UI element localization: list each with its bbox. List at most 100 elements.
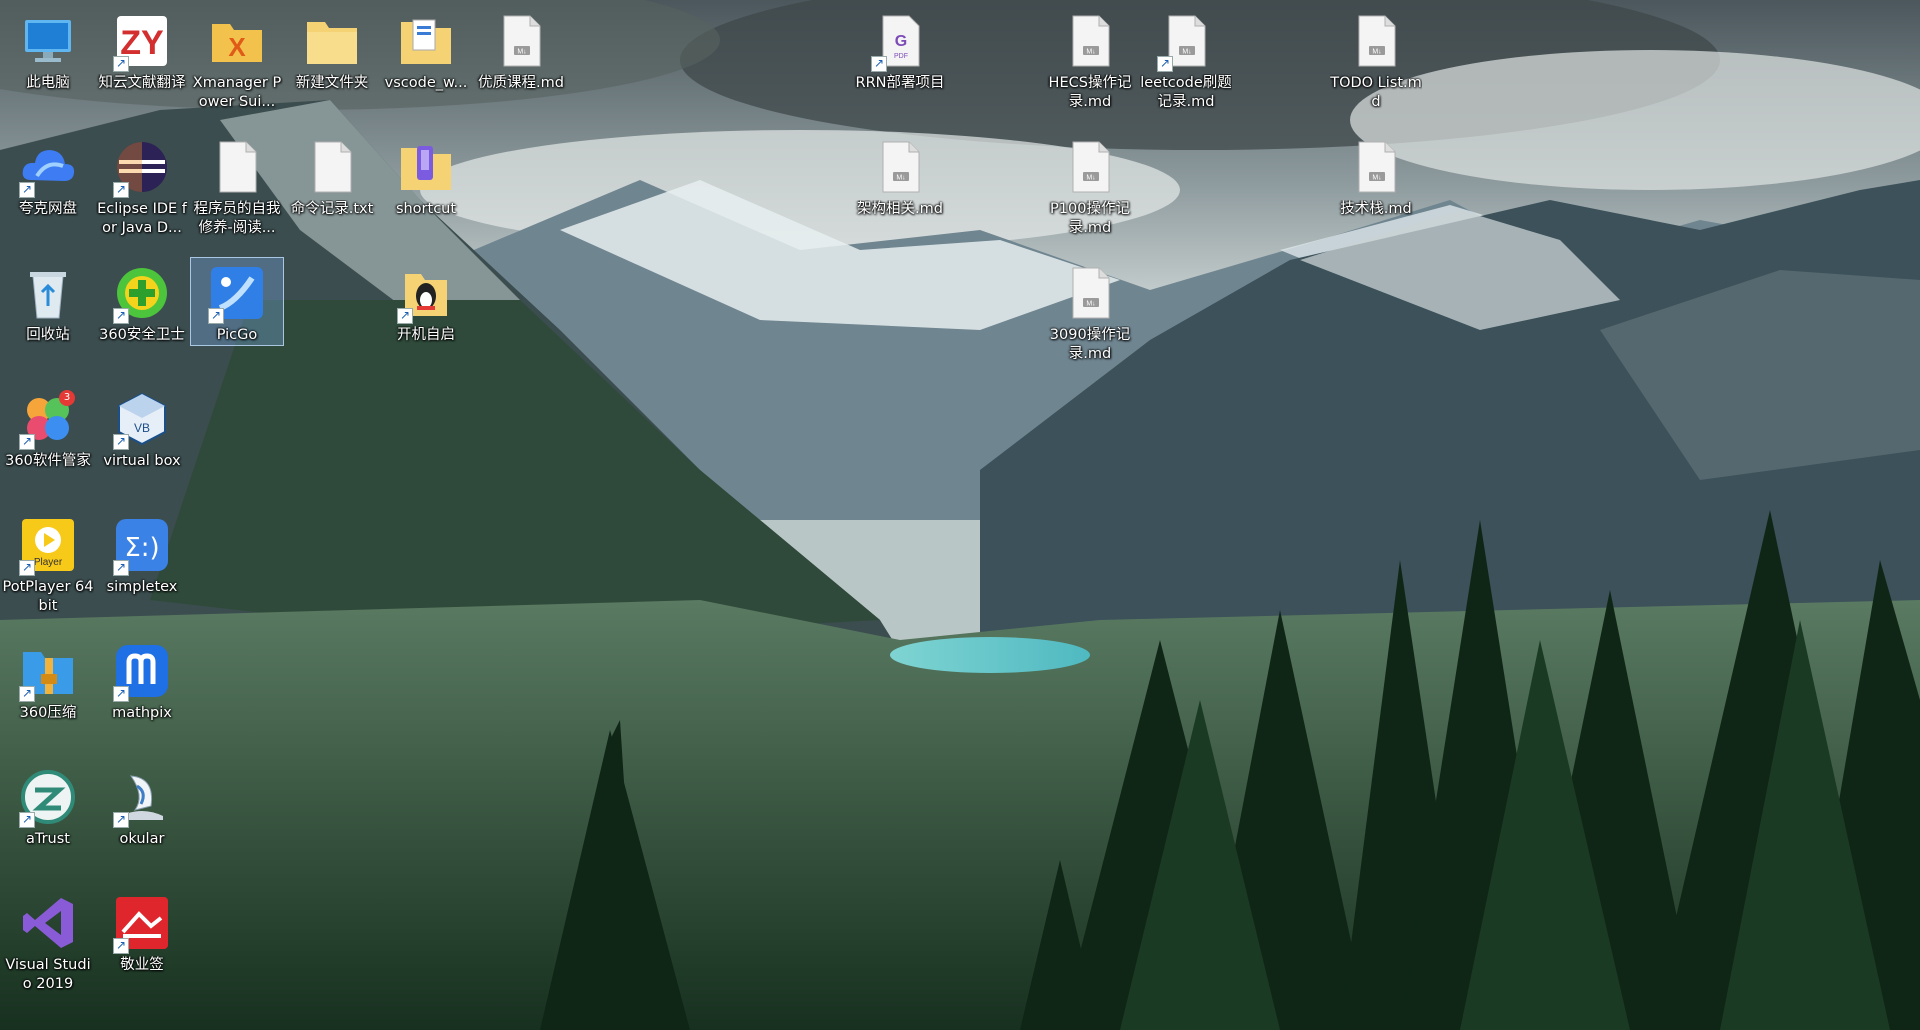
simpletex-icon: Σ:) ↗ [111,514,173,576]
desktop-icon-todo-list[interactable]: M↓ TODO List.md [1330,6,1422,112]
shortcut-arrow-icon: ↗ [19,434,35,450]
markdown-file-icon: M↓ [1059,262,1121,324]
desktop-icon-360-guard[interactable]: ↗ 360安全卫士 [96,258,188,345]
icon-label: Visual Studio 2019 [5,957,91,992]
icon-label: 夸克网盘 [19,201,77,217]
svg-text:M↓: M↓ [517,49,526,56]
desktop-icon-360-software-manager[interactable]: 3 ↗ 360软件管家 [2,384,94,471]
desktop-icon-mathpix[interactable]: ↗ mathpix [96,636,188,723]
360-zip-icon: ↗ [17,640,79,702]
svg-text:G: G [895,33,907,50]
desktop-icon-simpletex[interactable]: Σ:) ↗ simpletex [96,510,188,597]
desktop-icon-command-log[interactable]: 命令记录.txt [286,132,378,219]
desktop-icon-3090-log[interactable]: M↓ 3090操作记录.md [1044,258,1136,364]
zy-app-icon: ZY ↗ [111,10,173,72]
desktop-icon-visual-studio[interactable]: Visual Studio 2019 [2,888,94,994]
svg-text:M↓: M↓ [1086,49,1095,56]
desktop-icon-eclipse[interactable]: ↗ Eclipse IDE for Java D... [96,132,188,238]
shortcut-arrow-icon: ↗ [113,812,129,828]
icon-label: okular [119,831,165,847]
visual-studio-icon [17,892,79,954]
desktop-icon-rrn-deploy[interactable]: G PDF ↗ RRN部署项目 [854,6,946,93]
qq-folder-icon: ↗ [395,262,457,324]
icon-label: PicGo [216,327,258,343]
icon-label: HECS操作记录.md [1048,75,1132,110]
desktop-icon-hecs-log[interactable]: M↓ HECS操作记录.md [1044,6,1136,112]
shortcut-arrow-icon: ↗ [113,308,129,324]
icon-label: 命令记录.txt [290,201,374,217]
potplayer-icon: Player ↗ [17,514,79,576]
desktop-icon-programmer-book[interactable]: 程序员的自我修养-阅读... [191,132,283,238]
shortcut-arrow-icon: ↗ [113,182,129,198]
desktop-icon-quark-drive[interactable]: ↗ 夸克网盘 [2,132,94,219]
360-guard-icon: ↗ [111,262,173,324]
icon-label: 此电脑 [26,75,70,91]
shortcut-arrow-icon: ↗ [208,308,224,324]
shortcut-arrow-icon: ↗ [113,560,129,576]
desktop-icon-atrust[interactable]: ↗ aTrust [2,762,94,849]
icon-label: P100操作记录.md [1050,201,1130,236]
icon-label: 新建文件夹 [295,75,369,91]
desktop-icon-360-zip[interactable]: ↗ 360压缩 [2,636,94,723]
markdown-file-icon: M↓ [1059,10,1121,72]
desktop-icon-this-pc[interactable]: 此电脑 [2,6,94,93]
icon-label: vscode_w... [384,75,468,91]
notification-badge: 3 [59,390,75,406]
icon-label: mathpix [112,705,172,721]
icon-label: 优质课程.md [478,75,564,91]
svg-text:M↓: M↓ [1086,301,1095,308]
svg-text:X: X [228,32,246,62]
svg-text:M↓: M↓ [1086,175,1095,182]
icon-label: shortcut [395,201,457,217]
desktop-icon-vscode-workspace[interactable]: vscode_w... [380,6,472,93]
folder-icon [301,10,363,72]
desktop-icon-xmanager[interactable]: X Xmanager Power Sui... [191,6,283,112]
markdown-file-icon: M↓ [869,136,931,198]
desktop-icon-picgo[interactable]: ↗ PicGo [190,257,284,346]
cloud-icon: ↗ [17,136,79,198]
shortcut-arrow-icon: ↗ [113,56,129,72]
icon-label: Xmanager Power Sui... [192,75,282,110]
360-softmgr-icon: 3 ↗ [17,388,79,450]
markdown-file-icon: M↓ [1345,10,1407,72]
icon-label: 回收站 [26,327,70,343]
shortcut-arrow-icon: ↗ [397,308,413,324]
desktop-icon-p100-log[interactable]: M↓ P100操作记录.md [1044,132,1136,238]
icon-label: PotPlayer 64 bit [2,579,94,614]
icon-label: 360软件管家 [5,453,91,469]
desktop-icon-quality-courses[interactable]: M↓ 优质课程.md [475,6,567,93]
desktop-icon-jingyeqian[interactable]: ↗ 敬业签 [96,888,188,975]
desktop-icon-leetcode-log[interactable]: M↓ ↗ leetcode刷题记录.md [1140,6,1232,112]
icon-label: 架构相关.md [857,201,943,217]
icon-label: 程序员的自我修养-阅读... [193,201,281,236]
desktop-icon-architecture[interactable]: M↓ 架构相关.md [854,132,946,219]
shortcut-arrow-icon: ↗ [113,686,129,702]
shortcut-arrow-icon: ↗ [19,182,35,198]
desktop-icon-tech-stack[interactable]: M↓ 技术栈.md [1330,132,1422,219]
desktop-icon-okular[interactable]: ↗ okular [96,762,188,849]
folder-docs-icon [395,10,457,72]
svg-text:M↓: M↓ [896,175,905,182]
shortcut-arrow-icon: ↗ [113,938,129,954]
icon-label: 知云文献翻译 [98,75,186,91]
desktop-icon-shortcut-folder[interactable]: shortcut [380,132,472,219]
icon-label: leetcode刷题记录.md [1140,75,1232,110]
computer-icon [17,10,79,72]
desktop-icon-virtualbox[interactable]: VB ↗ virtual box [96,384,188,471]
jingyeqian-icon: ↗ [111,892,173,954]
shortcut-arrow-icon: ↗ [19,686,35,702]
icon-label: Eclipse IDE for Java D... [97,201,187,236]
desktop-icon-recycle-bin[interactable]: 回收站 [2,258,94,345]
icon-label: 技术栈.md [1340,201,1412,217]
pdf-file-icon: G PDF ↗ [869,10,931,72]
text-file-icon [206,136,268,198]
desktop-icon-startup[interactable]: ↗ 开机自启 [380,258,472,345]
svg-text:M↓: M↓ [1372,49,1381,56]
desktop-icon-new-folder[interactable]: 新建文件夹 [286,6,378,93]
svg-text:Player: Player [34,557,63,568]
desktop-icon-zhiyun-translate[interactable]: ZY ↗ 知云文献翻译 [96,6,188,93]
mathpix-icon: ↗ [111,640,173,702]
desktop-icon-potplayer[interactable]: Player ↗ PotPlayer 64 bit [2,510,94,616]
icon-label: 开机自启 [397,327,455,343]
svg-text:Σ:): Σ:) [124,533,159,563]
